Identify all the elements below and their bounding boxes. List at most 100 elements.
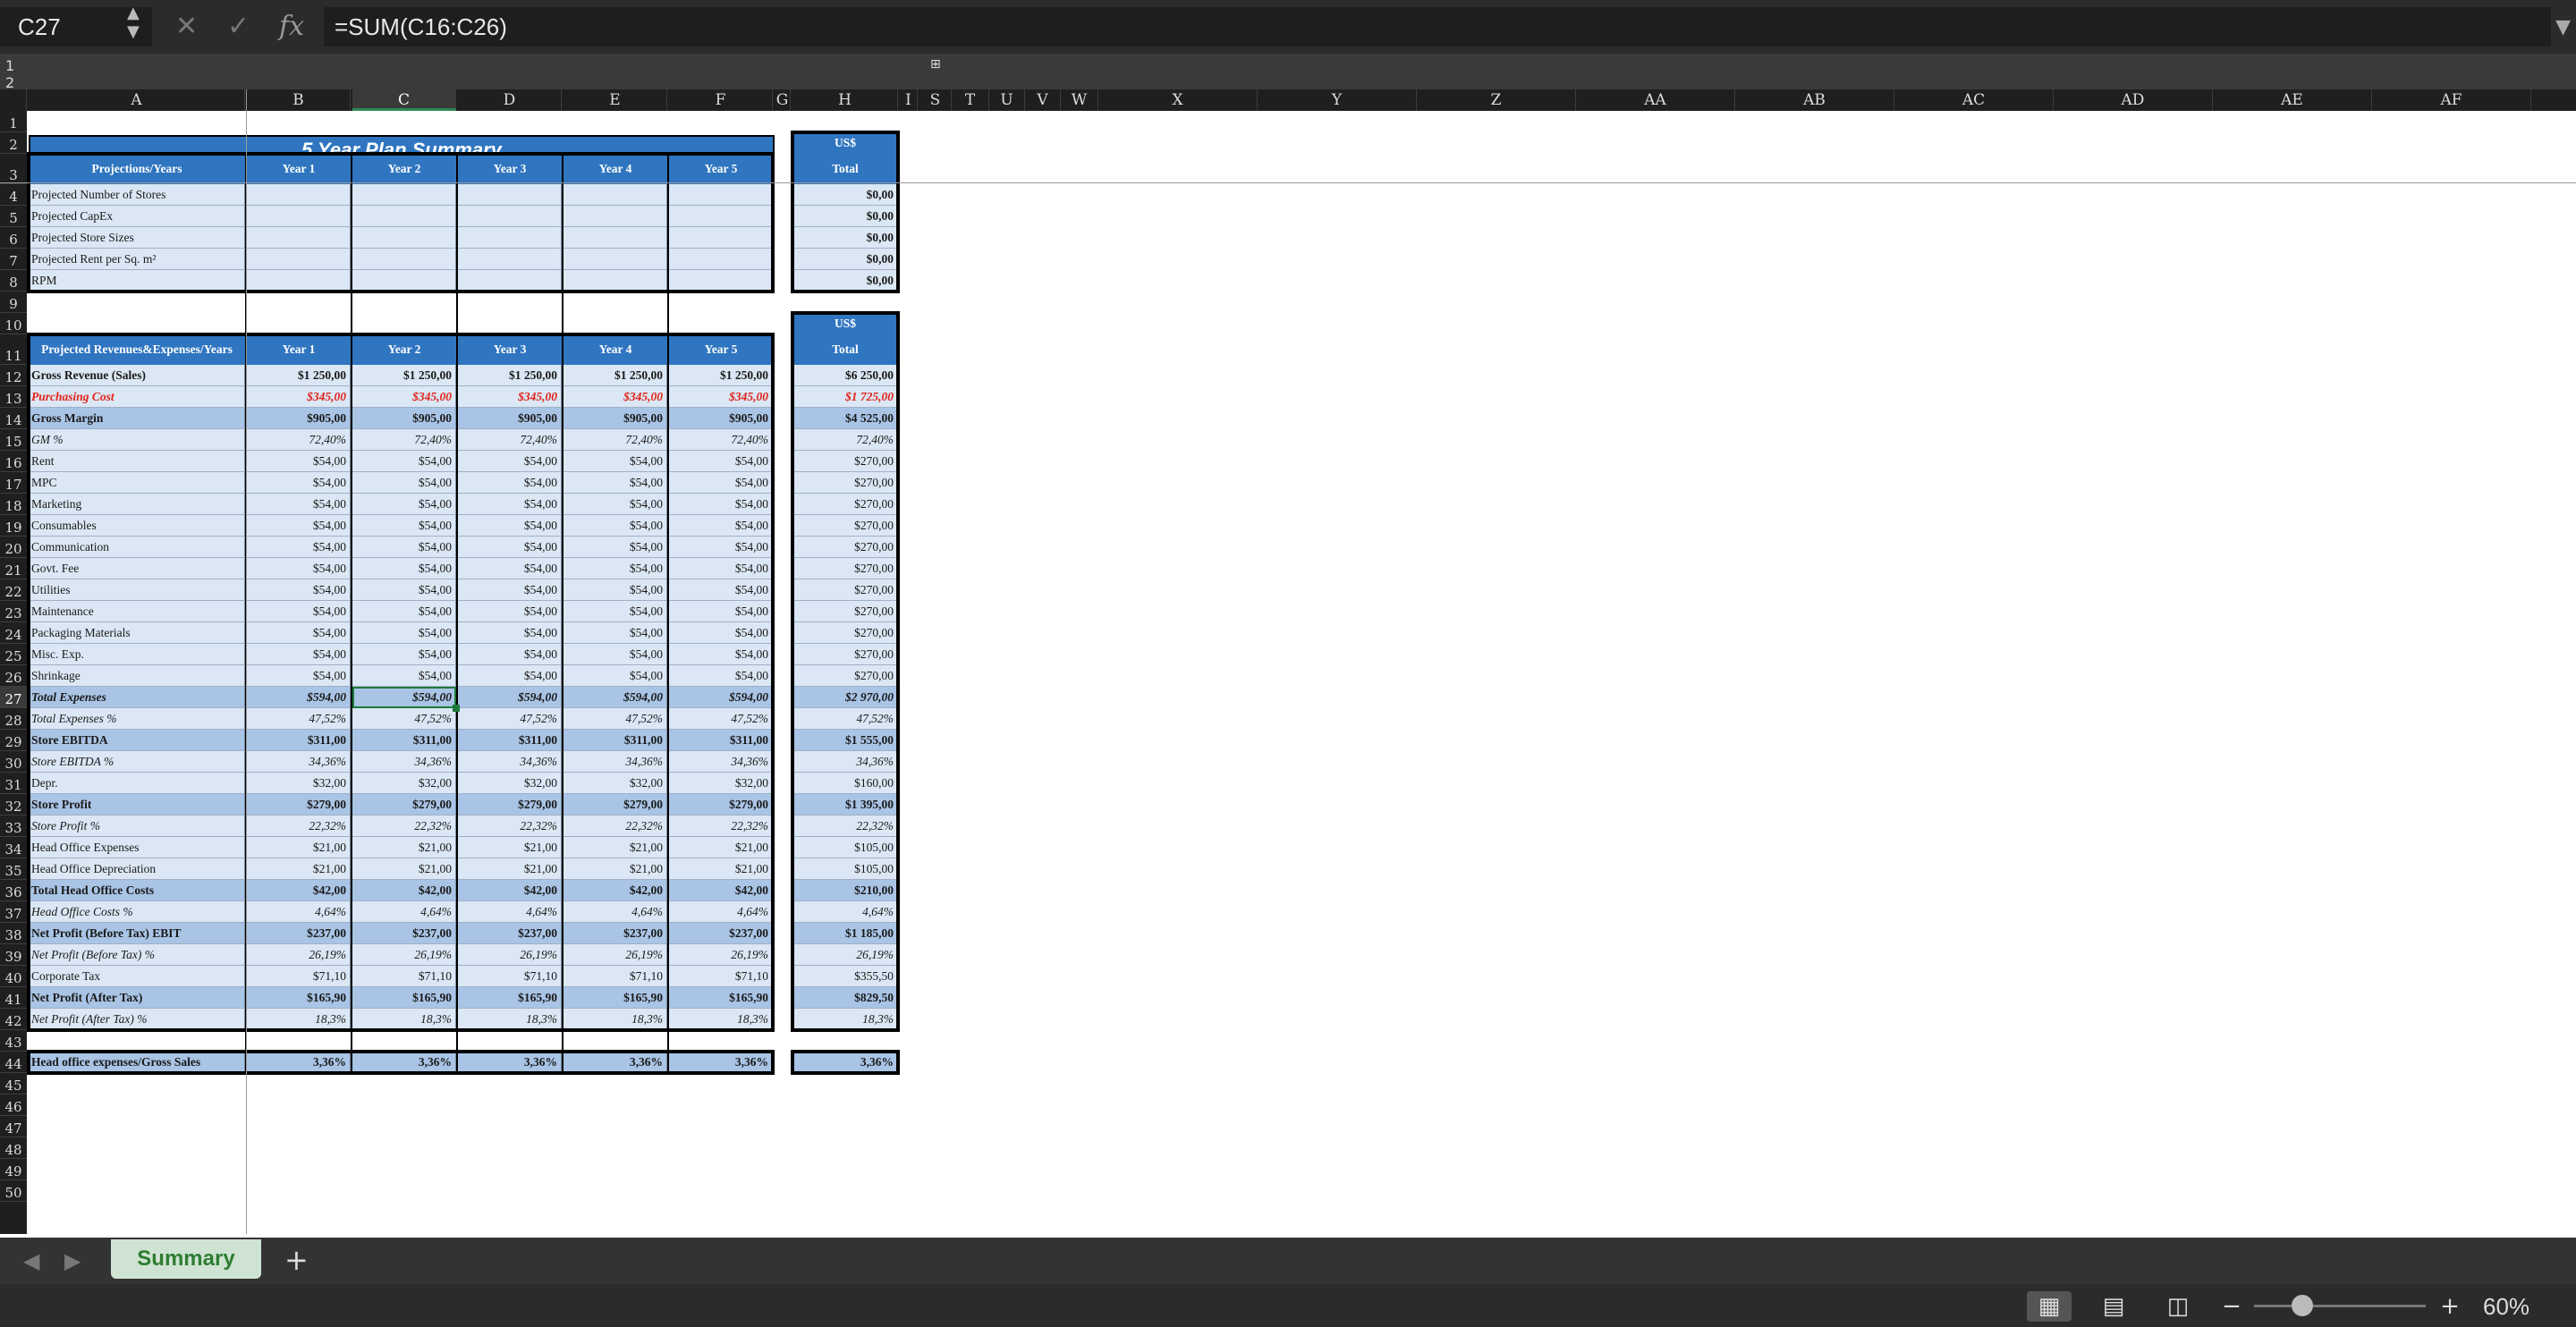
value-cell[interactable]: 34,36% bbox=[458, 751, 562, 773]
value-cell[interactable]: 26,19% bbox=[669, 944, 773, 966]
total-cell[interactable]: $1 185,00 bbox=[792, 923, 898, 944]
value-cell[interactable]: $21,00 bbox=[352, 858, 456, 880]
projection-label[interactable]: Projected Number of Stores bbox=[29, 184, 245, 206]
value-cell[interactable]: $54,00 bbox=[564, 537, 667, 558]
value-cell[interactable]: $54,00 bbox=[458, 515, 562, 537]
projection-value[interactable] bbox=[669, 227, 773, 249]
select-all-corner[interactable] bbox=[0, 89, 27, 111]
value-cell[interactable]: $345,00 bbox=[669, 386, 773, 408]
currency-label[interactable]: US$ bbox=[792, 313, 898, 334]
value-cell[interactable]: $54,00 bbox=[352, 579, 456, 601]
total-cell[interactable]: $829,50 bbox=[792, 987, 898, 1009]
total-cell[interactable]: $2 970,00 bbox=[792, 687, 898, 708]
projection-label[interactable]: Projected CapEx bbox=[29, 206, 245, 227]
value-cell[interactable]: $54,00 bbox=[669, 665, 773, 687]
value-cell[interactable]: $21,00 bbox=[669, 858, 773, 880]
total-cell[interactable]: $270,00 bbox=[792, 579, 898, 601]
value-cell[interactable]: $311,00 bbox=[669, 730, 773, 751]
function-icon[interactable]: fx bbox=[279, 11, 304, 42]
projection-value[interactable] bbox=[352, 184, 456, 206]
row-label[interactable]: Packaging Materials bbox=[29, 622, 245, 644]
column-header-v[interactable]: V bbox=[1025, 89, 1061, 111]
row-label[interactable]: Net Profit (Before Tax) EBIT bbox=[29, 923, 245, 944]
value-cell[interactable]: $54,00 bbox=[458, 494, 562, 515]
next-sheet-icon[interactable]: ▶ bbox=[64, 1248, 80, 1273]
projection-value[interactable] bbox=[669, 270, 773, 292]
ratio-value[interactable]: 3,36% bbox=[669, 1052, 773, 1073]
value-cell[interactable]: $71,10 bbox=[458, 966, 562, 987]
projection-label[interactable]: RPM bbox=[29, 270, 245, 292]
value-cell[interactable]: $54,00 bbox=[352, 665, 456, 687]
value-cell[interactable]: $311,00 bbox=[247, 730, 351, 751]
value-cell[interactable]: 34,36% bbox=[352, 751, 456, 773]
column-header-g[interactable]: G bbox=[775, 89, 791, 111]
total-cell[interactable]: $1 555,00 bbox=[792, 730, 898, 751]
projection-total[interactable]: $0,00 bbox=[792, 270, 898, 292]
year-header[interactable]: Year 5 bbox=[669, 334, 773, 365]
value-cell[interactable]: $905,00 bbox=[564, 408, 667, 429]
value-cell[interactable]: $21,00 bbox=[247, 858, 351, 880]
value-cell[interactable]: $54,00 bbox=[564, 515, 667, 537]
value-cell[interactable]: $21,00 bbox=[669, 837, 773, 858]
value-cell[interactable]: $54,00 bbox=[458, 644, 562, 665]
value-cell[interactable]: 22,32% bbox=[458, 816, 562, 837]
projection-label[interactable]: Projected Rent per Sq. m² bbox=[29, 249, 245, 270]
row-label[interactable]: Misc. Exp. bbox=[29, 644, 245, 665]
value-cell[interactable]: $237,00 bbox=[247, 923, 351, 944]
value-cell[interactable]: $54,00 bbox=[564, 601, 667, 622]
value-cell[interactable]: $54,00 bbox=[247, 494, 351, 515]
value-cell[interactable]: $71,10 bbox=[669, 966, 773, 987]
row-label[interactable]: Gross Revenue (Sales) bbox=[29, 365, 245, 386]
row-label[interactable]: Net Profit (After Tax) % bbox=[29, 1009, 245, 1030]
projection-value[interactable] bbox=[458, 206, 562, 227]
value-cell[interactable]: 4,64% bbox=[352, 901, 456, 923]
row-label[interactable]: Head Office Expenses bbox=[29, 837, 245, 858]
revenues-header[interactable]: Projected Revenues&Expenses/Years bbox=[29, 334, 245, 365]
ratio-total[interactable]: 3,36% bbox=[792, 1052, 898, 1073]
projection-value[interactable] bbox=[669, 184, 773, 206]
value-cell[interactable]: $54,00 bbox=[458, 665, 562, 687]
row-label[interactable]: Store Profit bbox=[29, 794, 245, 816]
ratio-value[interactable]: 3,36% bbox=[564, 1052, 667, 1073]
value-cell[interactable]: $54,00 bbox=[247, 558, 351, 579]
value-cell[interactable]: $54,00 bbox=[458, 601, 562, 622]
value-cell[interactable]: $54,00 bbox=[669, 579, 773, 601]
column-header-t[interactable]: T bbox=[952, 89, 989, 111]
value-cell[interactable]: $71,10 bbox=[247, 966, 351, 987]
projection-value[interactable] bbox=[247, 249, 351, 270]
value-cell[interactable]: $71,10 bbox=[352, 966, 456, 987]
value-cell[interactable]: $54,00 bbox=[669, 601, 773, 622]
value-cell[interactable]: $165,90 bbox=[564, 987, 667, 1009]
total-header[interactable]: Total bbox=[792, 154, 898, 184]
year-header[interactable]: Year 4 bbox=[564, 334, 667, 365]
value-cell[interactable]: $237,00 bbox=[669, 923, 773, 944]
projection-value[interactable] bbox=[458, 270, 562, 292]
projection-total[interactable]: $0,00 bbox=[792, 249, 898, 270]
row-label[interactable]: Consumables bbox=[29, 515, 245, 537]
value-cell[interactable]: $54,00 bbox=[352, 601, 456, 622]
value-cell[interactable]: $54,00 bbox=[458, 558, 562, 579]
value-cell[interactable]: 22,32% bbox=[247, 816, 351, 837]
value-cell[interactable]: $54,00 bbox=[247, 472, 351, 494]
value-cell[interactable]: $279,00 bbox=[247, 794, 351, 816]
value-cell[interactable]: $165,90 bbox=[247, 987, 351, 1009]
year-header[interactable]: Year 3 bbox=[458, 154, 562, 184]
value-cell[interactable]: $54,00 bbox=[564, 644, 667, 665]
row-label[interactable]: Total Expenses bbox=[29, 687, 245, 708]
value-cell[interactable]: $21,00 bbox=[247, 837, 351, 858]
value-cell[interactable]: $905,00 bbox=[247, 408, 351, 429]
ratio-value[interactable]: 3,36% bbox=[458, 1052, 562, 1073]
value-cell[interactable]: $42,00 bbox=[669, 880, 773, 901]
value-cell[interactable]: $54,00 bbox=[564, 494, 667, 515]
value-cell[interactable]: $279,00 bbox=[458, 794, 562, 816]
value-cell[interactable]: $54,00 bbox=[669, 537, 773, 558]
value-cell[interactable]: $905,00 bbox=[352, 408, 456, 429]
column-header-af[interactable]: AF bbox=[2372, 89, 2531, 111]
projection-value[interactable] bbox=[352, 270, 456, 292]
page-break-view-icon[interactable]: ◫ bbox=[2156, 1291, 2200, 1322]
value-cell[interactable]: $54,00 bbox=[458, 579, 562, 601]
column-header-ad[interactable]: AD bbox=[2054, 89, 2213, 111]
value-cell[interactable]: $345,00 bbox=[458, 386, 562, 408]
value-cell[interactable]: 34,36% bbox=[669, 751, 773, 773]
value-cell[interactable]: $42,00 bbox=[247, 880, 351, 901]
